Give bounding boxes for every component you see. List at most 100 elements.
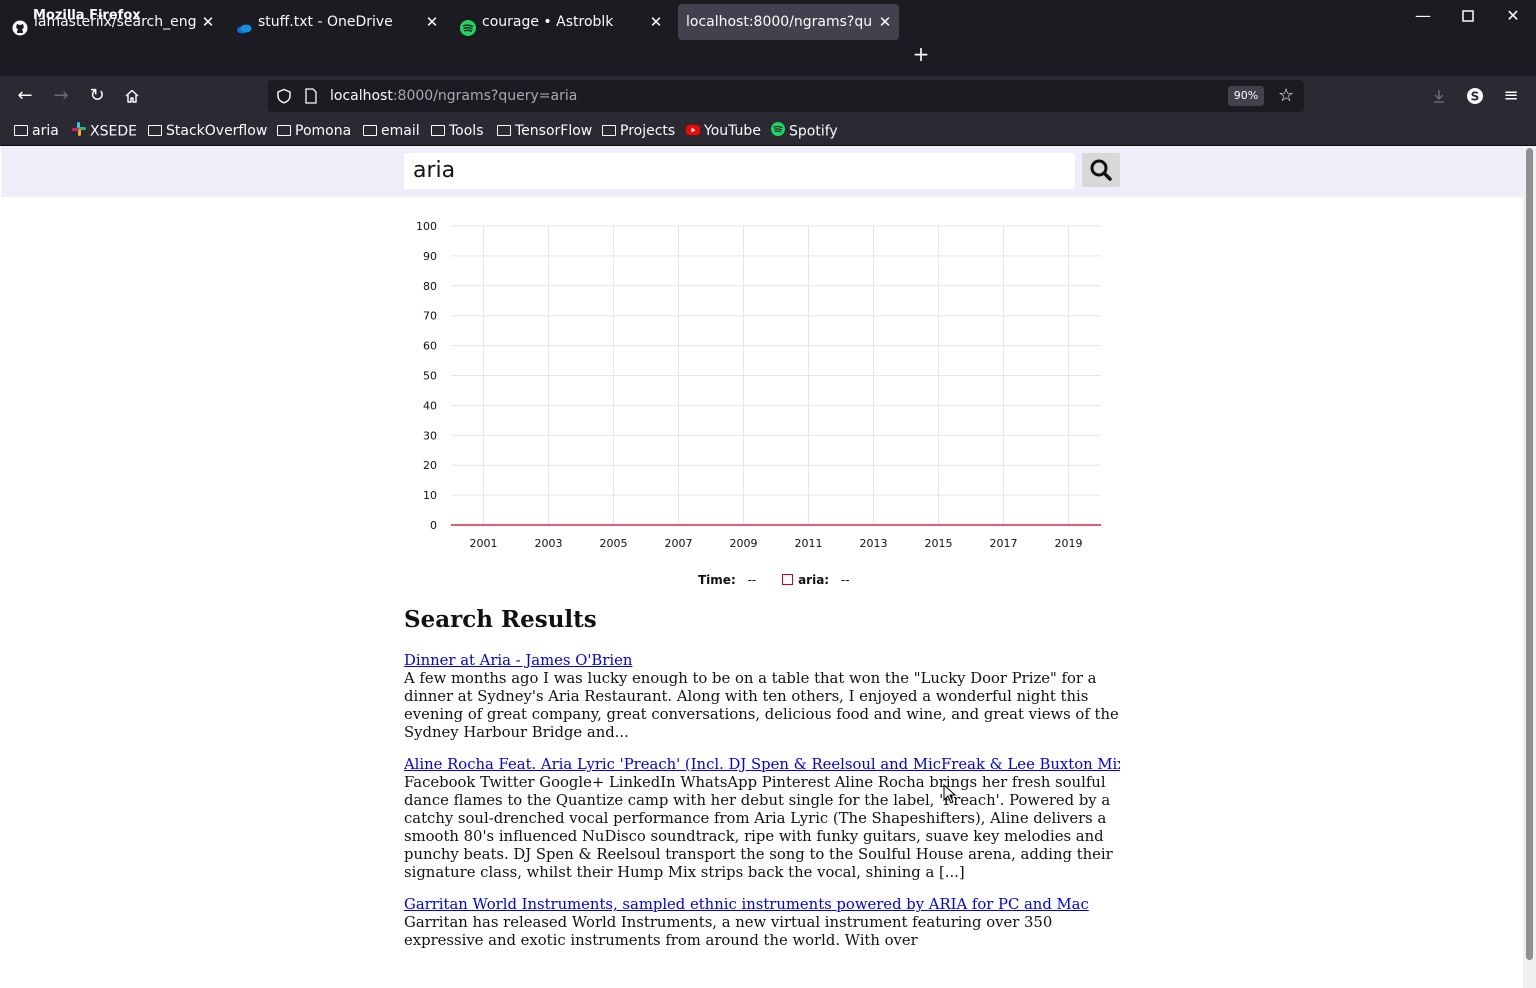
bookmark-tensorflow[interactable]: TensorFlow: [497, 122, 592, 140]
youtube-icon: [686, 122, 700, 140]
bookmarks-toolbar: aria XSEDE StackOverflow Pomona email To…: [0, 116, 1536, 146]
bookmark-projects[interactable]: Projects: [602, 122, 675, 140]
url-host: localhost: [330, 88, 393, 104]
forward-icon[interactable]: →: [49, 84, 73, 108]
y-tick-label: 40: [423, 399, 437, 412]
bookmark-label: Tools: [449, 123, 484, 139]
shield-icon[interactable]: [276, 88, 292, 108]
folder-icon: [363, 124, 377, 136]
y-tick-label: 50: [423, 370, 437, 383]
tab-onedrive[interactable]: stuff.txt - OneDrive ✕: [226, 4, 446, 40]
page-info-icon[interactable]: [304, 88, 318, 108]
bookmark-xsede[interactable]: XSEDE: [72, 122, 137, 140]
legend-series-value: --: [840, 573, 850, 587]
bookmark-label: Projects: [620, 123, 676, 139]
result-link[interactable]: Aline Rocha Feat. Aria Lyric 'Preach' (I…: [404, 756, 1120, 774]
result-link[interactable]: Garritan World Instruments, sampled ethn…: [404, 896, 1120, 914]
bookmark-stackoverflow[interactable]: StackOverflow: [148, 122, 267, 140]
spotify-icon: [460, 14, 476, 36]
bookmark-label: XSEDE: [90, 123, 137, 140]
legend-series-label: aria:: [798, 573, 830, 587]
search-header: [1, 146, 1523, 197]
x-tick-label: 2003: [535, 537, 563, 550]
x-tick-label: 2007: [665, 537, 693, 550]
folder-icon: [277, 124, 291, 136]
y-tick-label: 70: [423, 310, 437, 323]
bookmark-youtube[interactable]: YouTube: [686, 122, 761, 140]
chart-legend: Time: -- aria: --: [698, 573, 850, 587]
search-results: Search Results Dinner at Aria - James O'…: [404, 606, 1120, 964]
bookmark-label: aria: [32, 123, 59, 139]
close-tab-icon[interactable]: ✕: [424, 4, 440, 40]
result-item: Garritan World Instruments, sampled ethn…: [404, 896, 1120, 950]
close-tab-icon[interactable]: ✕: [648, 4, 664, 40]
bookmark-label: StackOverflow: [166, 123, 268, 139]
minimize-icon[interactable]: —: [1411, 4, 1435, 28]
ngram-chart: 0 10 20 30 40 50 60 70 80 90 100 2001 2003 2005 2007 20…: [416, 220, 1101, 550]
url-bar[interactable]: localhost:8000/ngrams?query=aria 90% ☆: [268, 80, 1304, 112]
x-tick-label: 2009: [730, 537, 758, 550]
y-tick-label: 10: [423, 489, 437, 502]
back-icon[interactable]: ←: [13, 84, 37, 108]
bookmark-tools[interactable]: Tools: [431, 122, 484, 140]
tab-spotify[interactable]: courage • Astroblk ✕: [450, 4, 670, 40]
search-input[interactable]: [404, 153, 1075, 189]
onedrive-icon: [236, 14, 252, 34]
bookmark-star-icon[interactable]: ☆: [1278, 86, 1294, 106]
bookmark-aria[interactable]: aria: [14, 122, 59, 140]
x-tick-label: 2019: [1055, 537, 1083, 550]
page-scrollbar[interactable]: [1523, 146, 1536, 988]
close-window-icon[interactable]: ✕: [1501, 4, 1525, 28]
result-link[interactable]: Dinner at Aria - James O'Brien: [404, 652, 1120, 670]
y-tick-label: 80: [423, 280, 437, 293]
x-tick-label: 2013: [860, 537, 888, 550]
bookmark-spotify[interactable]: Spotify: [771, 122, 838, 140]
tab-label: stuff.txt - OneDrive: [258, 14, 393, 30]
bookmark-label: email: [381, 123, 420, 139]
tab-label: courage • Astroblk: [482, 14, 614, 30]
tab-label: localhost:8000/ngrams?quer: [686, 14, 873, 30]
url-path: :8000/ngrams?query=aria: [392, 88, 578, 104]
search-icon: [1090, 159, 1112, 181]
mouse-cursor-icon: [943, 784, 957, 804]
folder-icon: [497, 124, 511, 136]
result-item: Dinner at Aria - James O'Brien A few mon…: [404, 652, 1120, 742]
menu-icon[interactable]: ≡: [1499, 84, 1523, 108]
y-tick-label: 20: [423, 459, 437, 472]
legend-series-swatch: [782, 574, 794, 585]
folder-icon: [14, 124, 28, 136]
tab-localhost[interactable]: localhost:8000/ngrams?quer ✕: [678, 4, 899, 40]
reload-icon[interactable]: ↻: [85, 84, 109, 108]
y-tick-label: 0: [430, 519, 437, 532]
new-tab-icon[interactable]: +: [910, 40, 932, 68]
result-snippet: A few months ago I was lucky enough to b…: [404, 670, 1119, 741]
home-icon[interactable]: [120, 84, 144, 108]
y-tick-label: 100: [416, 220, 437, 233]
zoom-indicator[interactable]: 90%: [1228, 86, 1264, 106]
scrollbar-thumb[interactable]: [1526, 148, 1533, 960]
maximize-icon[interactable]: [1456, 4, 1480, 28]
url-text[interactable]: localhost:8000/ngrams?query=aria: [330, 88, 577, 104]
result-item: Aline Rocha Feat. Aria Lyric 'Preach' (I…: [404, 756, 1120, 882]
bookmark-label: Pomona: [295, 123, 352, 139]
spotify-icon: [771, 122, 785, 141]
x-tick-label: 2017: [990, 537, 1018, 550]
tab-label: iamasteriix/search_engin: [34, 14, 196, 30]
close-tab-icon[interactable]: ✕: [200, 4, 216, 40]
x-tick-label: 2011: [795, 537, 823, 550]
result-snippet: Garritan has released World Instruments,…: [404, 914, 1053, 949]
bookmark-pomona[interactable]: Pomona: [277, 122, 351, 140]
bookmark-label: TensorFlow: [515, 123, 593, 139]
downloads-icon[interactable]: [1427, 84, 1451, 108]
search-button[interactable]: [1082, 153, 1120, 187]
bookmark-email[interactable]: email: [363, 122, 420, 140]
folder-icon: [148, 124, 162, 136]
bookmark-label: YouTube: [704, 123, 761, 139]
close-tab-icon[interactable]: ✕: [877, 4, 893, 40]
tab-github[interactable]: iamasteriix/search_engin ✕: [2, 4, 222, 40]
folder-icon: [431, 124, 445, 136]
legend-time-value: --: [747, 573, 757, 587]
legend-time-label: Time:: [698, 573, 736, 587]
y-tick-label: 90: [423, 250, 437, 263]
account-icon[interactable]: S: [1463, 84, 1487, 108]
